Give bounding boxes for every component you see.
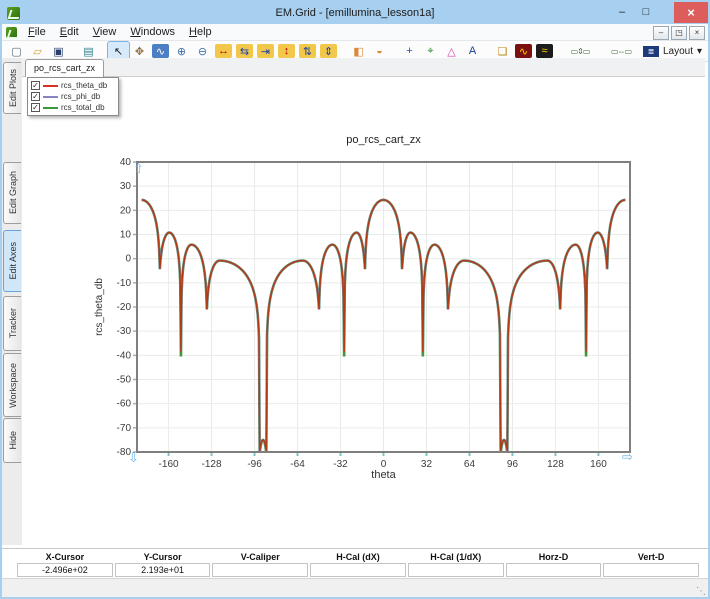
layout-dropdown[interactable]: ≣ Layout ▾ bbox=[643, 46, 702, 57]
status-header: H-Cal (dX) bbox=[309, 550, 407, 563]
plot-area[interactable]: -160 -128 -96 -64 -32 0 32 64 96 128 160 40 30 20 10 0 -… bbox=[22, 58, 705, 547]
legend-row: ✓ rcs_phi_db bbox=[31, 91, 115, 102]
legend-row: ✓ rcs_theta_db bbox=[31, 80, 115, 91]
sidebar-item-edit-plots[interactable]: Edit Plots bbox=[3, 62, 21, 114]
legend-line-swatch bbox=[43, 107, 58, 109]
axis-handle-top-left[interactable]: ⇧ bbox=[133, 162, 144, 177]
y-tick-label: -70 bbox=[117, 423, 132, 434]
menu-item-edit[interactable]: Edit bbox=[53, 24, 86, 40]
legend-row: ✓ rcs_total_db bbox=[31, 102, 115, 113]
legend-line-swatch bbox=[43, 96, 58, 98]
x-tick-label: 160 bbox=[590, 459, 607, 470]
status-strip: ⋱ bbox=[2, 578, 708, 598]
x-tick-label: 96 bbox=[507, 459, 519, 470]
status-value bbox=[603, 563, 699, 577]
mdi-close-button[interactable]: × bbox=[689, 26, 705, 40]
legend-checkbox[interactable]: ✓ bbox=[31, 92, 40, 101]
x-tick-label: 32 bbox=[421, 459, 433, 470]
resize-grip[interactable]: ⋱ bbox=[696, 586, 706, 597]
status-header: X-Cursor bbox=[16, 550, 114, 563]
y-tick-label: 0 bbox=[125, 254, 131, 265]
x-tick-label: -64 bbox=[290, 459, 305, 470]
chevron-down-icon: ▾ bbox=[697, 46, 702, 57]
y-tick-label: -20 bbox=[117, 302, 132, 313]
window-title: EM.Grid - [emillumina_lesson1a] bbox=[2, 7, 708, 19]
status-value bbox=[408, 563, 504, 577]
legend-line-swatch bbox=[43, 85, 58, 87]
minimize-button[interactable]: – bbox=[610, 2, 634, 22]
x-tick-label: -32 bbox=[333, 459, 348, 470]
status-header: Horz-D bbox=[505, 550, 603, 563]
close-button[interactable]: × bbox=[674, 2, 708, 23]
sidebar-item-hide[interactable]: Hide bbox=[3, 418, 21, 463]
y-tick-label: -60 bbox=[117, 399, 132, 410]
mdi-restore-button[interactable]: ◳ bbox=[671, 26, 687, 40]
sidebar-tabstrip: Edit Plots Edit Graph Edit Axes Tracker Work… bbox=[2, 58, 23, 545]
status-separator bbox=[2, 548, 708, 549]
status-header: Y-Cursor bbox=[114, 550, 212, 563]
legend-checkbox[interactable]: ✓ bbox=[31, 103, 40, 112]
layout-icon: ≣ bbox=[643, 46, 659, 57]
legend-label: rcs_theta_db bbox=[61, 81, 107, 90]
x-tick-label: 64 bbox=[464, 459, 476, 470]
axis-handle-bottom-right[interactable]: ⇨ bbox=[622, 450, 633, 465]
menu-item-windows[interactable]: Windows bbox=[123, 24, 182, 40]
menu-item-view[interactable]: View bbox=[86, 24, 124, 40]
y-tick-label: 10 bbox=[120, 230, 132, 241]
y-tick-label: -40 bbox=[117, 350, 132, 361]
app-window: EM.Grid - [emillumina_lesson1a] – □ × Fi… bbox=[0, 0, 710, 599]
x-tick-label: 0 bbox=[381, 459, 387, 470]
status-value bbox=[310, 563, 406, 577]
status-header: V-Caliper bbox=[211, 550, 309, 563]
layout-label: Layout bbox=[663, 46, 693, 57]
sidebar-item-workspace[interactable]: Workspace bbox=[3, 353, 21, 417]
legend-label: rcs_phi_db bbox=[61, 92, 100, 101]
status-header: H-Cal (1/dX) bbox=[407, 550, 505, 563]
x-tick-label: -128 bbox=[202, 459, 222, 470]
sidebar-item-edit-graph[interactable]: Edit Graph bbox=[3, 162, 21, 224]
menu-bar: FileEditViewWindowsHelp – ◳ × bbox=[2, 24, 708, 41]
y-tick-label: 20 bbox=[120, 205, 132, 216]
x-tick-label: 128 bbox=[547, 459, 564, 470]
menu-item-file[interactable]: File bbox=[21, 24, 53, 40]
y-tick-label: -10 bbox=[117, 278, 132, 289]
maximize-button[interactable]: □ bbox=[634, 2, 658, 22]
y-tick-label: 40 bbox=[120, 157, 132, 168]
x-tick-label: -96 bbox=[247, 459, 262, 470]
sidebar-item-tracker[interactable]: Tracker bbox=[3, 296, 21, 351]
mdi-controls: – ◳ × bbox=[653, 26, 705, 40]
legend-box[interactable]: ✓ rcs_theta_db ✓ rcs_phi_db ✓ rcs_total_db bbox=[27, 77, 119, 116]
y-tick-label: 30 bbox=[120, 181, 132, 192]
status-value bbox=[212, 563, 308, 577]
x-tick-label: -160 bbox=[159, 459, 179, 470]
y-tick-label: -30 bbox=[117, 326, 132, 337]
status-header: Vert-D bbox=[602, 550, 700, 563]
status-value bbox=[506, 563, 602, 577]
document-logo-icon bbox=[6, 27, 17, 38]
legend-label: rcs_total_db bbox=[61, 103, 105, 112]
status-value: 2.193e+01 bbox=[115, 563, 211, 577]
status-value: -2.496e+02 bbox=[17, 563, 113, 577]
mdi-minimize-button[interactable]: – bbox=[653, 26, 669, 40]
axis-handle-bottom-left[interactable]: ⇩ bbox=[128, 451, 139, 466]
cursor-status-bar: X-CursorY-CursorV-CaliperH-Cal (dX)H-Cal… bbox=[16, 550, 700, 577]
graph-canvas[interactable]: po_rcs_cart_zx ✓rcs_theta_db✓rcs_phi_db✓… bbox=[22, 58, 705, 547]
menu-item-help[interactable]: Help bbox=[182, 24, 219, 40]
title-bar: EM.Grid - [emillumina_lesson1a] bbox=[2, 2, 708, 24]
legend-checkbox[interactable]: ✓ bbox=[31, 81, 40, 90]
y-tick-label: -50 bbox=[117, 375, 132, 386]
sidebar-item-edit-axes[interactable]: Edit Axes bbox=[3, 230, 21, 292]
app-logo-icon bbox=[7, 7, 20, 20]
